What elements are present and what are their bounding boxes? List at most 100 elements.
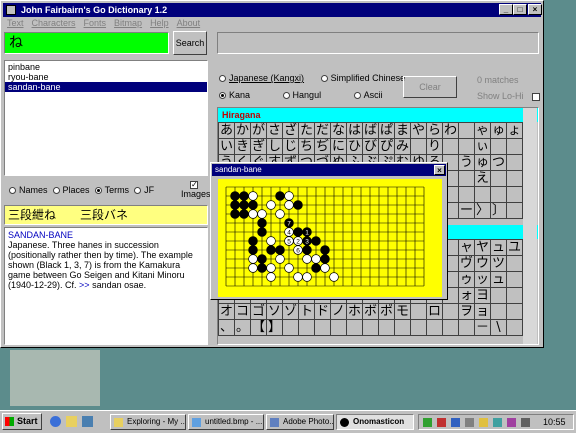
tray-icon[interactable]	[423, 418, 432, 427]
kana-cell[interactable]: 、	[219, 320, 235, 336]
definition-link[interactable]: sandan osae.	[92, 280, 146, 290]
kana-cell[interactable]: わ	[443, 123, 459, 139]
kana-cell[interactable]: が	[251, 123, 267, 139]
kana-cell[interactable]: ド	[315, 304, 331, 320]
tray-icon[interactable]	[451, 418, 460, 427]
desktop-shortcut-icon[interactable]	[546, 20, 572, 42]
menu-fonts[interactable]: Fonts	[80, 18, 111, 28]
kana-cell[interactable]	[491, 171, 507, 187]
ie-icon[interactable]	[50, 416, 61, 427]
kana-cell[interactable]: ポ	[379, 304, 395, 320]
kana-cell[interactable]	[331, 320, 347, 336]
kana-cell[interactable]: ー	[459, 203, 475, 219]
task-paint[interactable]: untitled.bmp - ...	[188, 414, 264, 430]
kana-cell[interactable]: あ	[219, 123, 235, 139]
kana-scrollbar[interactable]	[523, 108, 537, 344]
kana-cell[interactable]: ゃ	[475, 123, 491, 139]
kana-cell[interactable]: ォ	[459, 288, 475, 304]
kana-cell[interactable]	[443, 139, 459, 155]
kana-cell[interactable]: コ	[235, 304, 251, 320]
list-item-selected[interactable]: sandan-bane	[5, 82, 207, 92]
kana-cell[interactable]: －	[475, 320, 491, 336]
kana-cell[interactable]: オ	[219, 304, 235, 320]
kana-cell[interactable]: た	[299, 123, 315, 139]
volume-icon[interactable]	[521, 418, 530, 427]
menu-about[interactable]: About	[173, 18, 205, 28]
search-button[interactable]: Search	[173, 31, 207, 55]
kana-cell[interactable]	[507, 272, 523, 288]
kana-cell[interactable]	[459, 320, 475, 336]
kana-cell[interactable]: に	[331, 139, 347, 155]
outlook-icon[interactable]	[66, 416, 77, 427]
images-checkbox[interactable]: ✓ Images	[181, 179, 211, 199]
kana-cell[interactable]: ャ	[459, 240, 475, 256]
kana-cell[interactable]: ョ	[475, 304, 491, 320]
filter-terms[interactable]: Terms	[94, 185, 129, 195]
kana-cell[interactable]: 【	[251, 320, 267, 336]
kana-cell[interactable]: え	[475, 171, 491, 187]
kana-cell[interactable]	[411, 320, 427, 336]
kana-cell[interactable]	[507, 304, 523, 320]
clear-button[interactable]: Clear	[403, 76, 457, 98]
kana-cell[interactable]: つ	[491, 155, 507, 171]
filter-places[interactable]: Places	[52, 185, 90, 195]
option-kana[interactable]: Kana	[219, 90, 250, 100]
kana-cell[interactable]: ソ	[267, 304, 283, 320]
kana-cell[interactable]	[491, 304, 507, 320]
kana-cell[interactable]: ゾ	[283, 304, 299, 320]
tray-icon[interactable]	[437, 418, 446, 427]
kana-cell[interactable]: ュ	[491, 272, 507, 288]
menu-bitmap[interactable]: Bitmap	[110, 18, 146, 28]
option-hangul[interactable]: Hangul	[282, 90, 321, 100]
kana-cell[interactable]: ょ	[507, 123, 523, 139]
start-button[interactable]: Start	[2, 413, 42, 430]
kana-cell[interactable]	[427, 320, 443, 336]
kana-cell[interactable]	[491, 139, 507, 155]
kana-cell[interactable]: ま	[395, 123, 411, 139]
kana-cell[interactable]	[443, 304, 459, 320]
kana-cell[interactable]	[507, 320, 523, 336]
kana-cell[interactable]: か	[235, 123, 251, 139]
kana-cell[interactable]: ら	[427, 123, 443, 139]
kana-cell[interactable]	[507, 139, 523, 155]
kana-cell[interactable]: ボ	[363, 304, 379, 320]
kana-cell[interactable]: ち	[299, 139, 315, 155]
kana-cell[interactable]	[315, 320, 331, 336]
kana-cell[interactable]	[507, 288, 523, 304]
kana-cell[interactable]: ざ	[283, 123, 299, 139]
kana-cell[interactable]: し	[267, 139, 283, 155]
filter-names[interactable]: Names	[9, 185, 48, 195]
kana-cell[interactable]: ッ	[475, 272, 491, 288]
kana-cell[interactable]: ヨ	[475, 288, 491, 304]
kana-cell[interactable]: ゅ	[475, 155, 491, 171]
filter-jf[interactable]: JF	[134, 185, 154, 195]
kana-cell[interactable]: だ	[315, 123, 331, 139]
kana-cell[interactable]	[411, 304, 427, 320]
close-button[interactable]: ×	[528, 4, 542, 15]
desktop-icon[interactable]	[82, 416, 93, 427]
option-simplified-chinese[interactable]: Simplified Chinese	[320, 73, 405, 83]
kana-cell[interactable]	[459, 123, 475, 139]
tray-icon[interactable]	[479, 418, 488, 427]
search-input[interactable]: ね	[4, 32, 169, 54]
kana-cell[interactable]	[379, 320, 395, 336]
kana-cell[interactable]: \	[491, 320, 507, 336]
kana-cell[interactable]: び	[363, 139, 379, 155]
kana-cell[interactable]: ぢ	[315, 139, 331, 155]
kana-cell[interactable]: ホ	[347, 304, 363, 320]
kana-cell[interactable]: じ	[283, 139, 299, 155]
kana-cell[interactable]	[363, 320, 379, 336]
kana-cell[interactable]	[507, 203, 523, 219]
kana-cell[interactable]: ノ	[331, 304, 347, 320]
kana-cell[interactable]	[507, 256, 523, 272]
kana-cell[interactable]	[507, 155, 523, 171]
kana-cell[interactable]: ゅ	[491, 123, 507, 139]
kana-cell[interactable]: ツ	[491, 256, 507, 272]
tray-icon[interactable]	[493, 418, 502, 427]
kana-cell[interactable]	[491, 187, 507, 203]
list-item[interactable]: ryou-bane	[5, 72, 207, 82]
kana-cell[interactable]: ロ	[427, 304, 443, 320]
kana-cell[interactable]: ウ	[475, 256, 491, 272]
kana-cell[interactable]: 】	[267, 320, 283, 336]
tray-icon[interactable]	[507, 418, 516, 427]
